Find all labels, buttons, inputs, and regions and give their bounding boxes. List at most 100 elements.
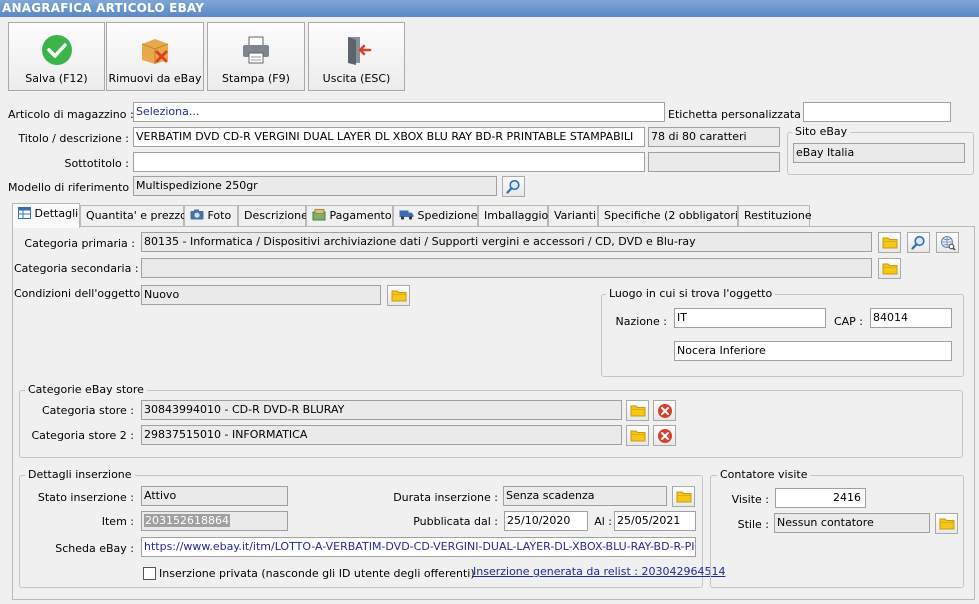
articolo-label: Articolo di magazzino : — [8, 108, 134, 121]
cap-label: CAP : — [833, 315, 863, 328]
cat-primaria-search-button[interactable] — [907, 232, 930, 253]
tab-spedizione-label: Spedizione — [417, 209, 478, 222]
sito-ebay-title: Sito eBay — [792, 125, 851, 138]
tab-varianti[interactable]: Varianti — [548, 205, 598, 227]
cat-primaria-field: 80135 - Informatica / Dispositivi archiv… — [141, 232, 872, 252]
stile-field: Nessun contatore — [774, 513, 930, 533]
folder-icon — [630, 430, 645, 442]
visite-count-field[interactable]: 2416 — [775, 488, 866, 508]
tab-imballaggio[interactable]: Imballaggio — [478, 205, 548, 227]
privata-label: Inserzione privata (nasconde gli ID uten… — [159, 567, 475, 580]
tab-dettagli[interactable]: Dettagli — [12, 203, 80, 228]
al-input[interactable]: 25/05/2021 — [614, 511, 696, 531]
stato-field: Attivo — [141, 486, 288, 506]
cat-primaria-browse-button[interactable] — [878, 232, 901, 253]
store-cat2-browse-button[interactable] — [626, 425, 649, 446]
item-field[interactable]: 203152618864 — [141, 511, 288, 531]
box-remove-icon — [141, 39, 169, 64]
cat-primaria-web-button[interactable] — [936, 232, 959, 253]
tab-spedizione[interactable]: Spedizione — [393, 205, 478, 227]
store-cat1-field: 30843994010 - CD-R DVD-R BLURAY — [141, 400, 622, 420]
condizioni-field: Nuovo — [141, 285, 381, 305]
exit-button-label: Uscita (ESC) — [322, 72, 391, 85]
cat-primaria-label: Categoria primaria : — [24, 237, 135, 250]
tab-foto[interactable]: Foto — [184, 205, 238, 227]
magnifier-icon — [506, 179, 520, 194]
scheda-url-field[interactable]: https://www.ebay.it/itm/LOTTO-A-VERBATIM… — [141, 537, 696, 557]
tab-specifiche-label: Specifiche (2 obbligatorie) — [604, 209, 750, 222]
remove-button-label: Rimuovi da eBay — [108, 72, 202, 85]
tab-quantita-label: Quantita' e prezzo — [86, 209, 187, 222]
sottotitolo-label: Sottotitolo : — [64, 157, 129, 170]
cat-secondaria-label: Categoria secondaria : — [14, 262, 139, 275]
scheda-label: Scheda eBay : — [55, 542, 134, 555]
checkmark-icon — [41, 35, 72, 65]
nazione-input[interactable]: IT — [674, 308, 826, 328]
tab-quantita-prezzo[interactable]: Quantita' e prezzo — [80, 205, 187, 227]
store-cat1-clear-button[interactable] — [653, 400, 676, 421]
tab-pagamento-label: Pagamento — [329, 209, 392, 222]
tab-varianti-label: Varianti — [554, 209, 597, 222]
print-button-label: Stampa (F9) — [222, 72, 290, 85]
store-cat2-clear-button[interactable] — [653, 425, 676, 446]
condizioni-browse-button[interactable] — [387, 285, 410, 306]
etichetta-input[interactable] — [803, 102, 951, 122]
cap-input[interactable]: 84014 — [870, 308, 952, 328]
char-counter: 78 di 80 caratteri — [648, 127, 780, 147]
store-title: Categorie eBay store — [25, 383, 147, 396]
luogo-group — [601, 294, 964, 377]
tab-restituzione-label: Restituzione — [744, 209, 812, 222]
sito-ebay-field: eBay Italia — [793, 143, 965, 163]
pubblicata-label: Pubblicata dal : — [413, 515, 498, 528]
condizioni-label: Condizioni dell'oggetto : — [14, 287, 148, 300]
globe-search-icon — [940, 235, 956, 251]
al-label: Al : — [594, 515, 612, 528]
tab-specifiche[interactable]: Specifiche (2 obbligatorie) — [598, 205, 749, 227]
relist-link[interactable]: Inserzione generata da relist : 20304296… — [473, 565, 725, 578]
modello-search-button[interactable] — [502, 176, 525, 197]
camera-icon — [190, 209, 204, 220]
stato-label: Stato inserzione : — [37, 491, 134, 504]
visite-title: Contatore visite — [717, 468, 811, 481]
titolo-input[interactable]: VERBATIM DVD CD-R VERGINI DUAL LAYER DL … — [133, 127, 645, 147]
printer-icon — [243, 36, 269, 64]
articolo-select[interactable]: Seleziona... — [133, 102, 665, 122]
privata-checkbox[interactable] — [143, 567, 156, 580]
durata-field: Senza scadenza — [503, 486, 667, 506]
remove-from-ebay-button[interactable]: Rimuovi da eBay — [106, 22, 204, 91]
pubblicata-input[interactable]: 25/10/2020 — [504, 511, 588, 531]
nazione-label: Nazione : — [615, 315, 667, 328]
citta-input[interactable]: Nocera Inferiore — [674, 341, 952, 361]
delete-circle-icon — [657, 428, 672, 443]
store-cat1-browse-button[interactable] — [626, 400, 649, 421]
tab-descrizione[interactable]: Descrizione — [238, 205, 308, 227]
stile-browse-button[interactable] — [935, 513, 958, 534]
sottotitolo-input[interactable] — [133, 152, 645, 172]
modello-label: Modello di riferimento : — [8, 181, 137, 194]
truck-icon — [399, 210, 414, 220]
folder-icon — [882, 263, 897, 275]
stile-label: Stile : — [737, 518, 769, 531]
visite-label: Visite : — [731, 493, 769, 506]
table-icon — [18, 207, 31, 219]
cat-secondaria-field — [141, 258, 872, 278]
luogo-title: Luogo in cui si trova l'oggetto — [606, 287, 776, 300]
item-value: 203152618864 — [144, 514, 230, 527]
delete-circle-icon — [657, 403, 672, 418]
print-button[interactable]: Stampa (F9) — [207, 22, 305, 91]
store-cat1-label: Categoria store : — [41, 404, 134, 417]
cat-secondaria-browse-button[interactable] — [878, 258, 901, 279]
tab-pagamento[interactable]: Pagamento — [306, 205, 393, 227]
save-button[interactable]: Salva (F12) — [8, 22, 105, 91]
folder-icon — [676, 491, 691, 503]
inserzione-title: Dettagli inserzione — [25, 468, 135, 481]
store-cat2-field: 29837515010 - INFORMATICA — [141, 425, 622, 445]
folder-icon — [939, 518, 954, 530]
store-cat2-label: Categoria store 2 : — [31, 429, 134, 442]
durata-browse-button[interactable] — [672, 486, 695, 507]
exit-button[interactable]: Uscita (ESC) — [308, 22, 405, 91]
money-icon — [312, 209, 326, 221]
window-title: ANAGRAFICA ARTICOLO EBAY — [0, 0, 979, 17]
save-button-label: Salva (F12) — [25, 72, 88, 85]
tab-restituzione[interactable]: Restituzione — [738, 205, 812, 227]
